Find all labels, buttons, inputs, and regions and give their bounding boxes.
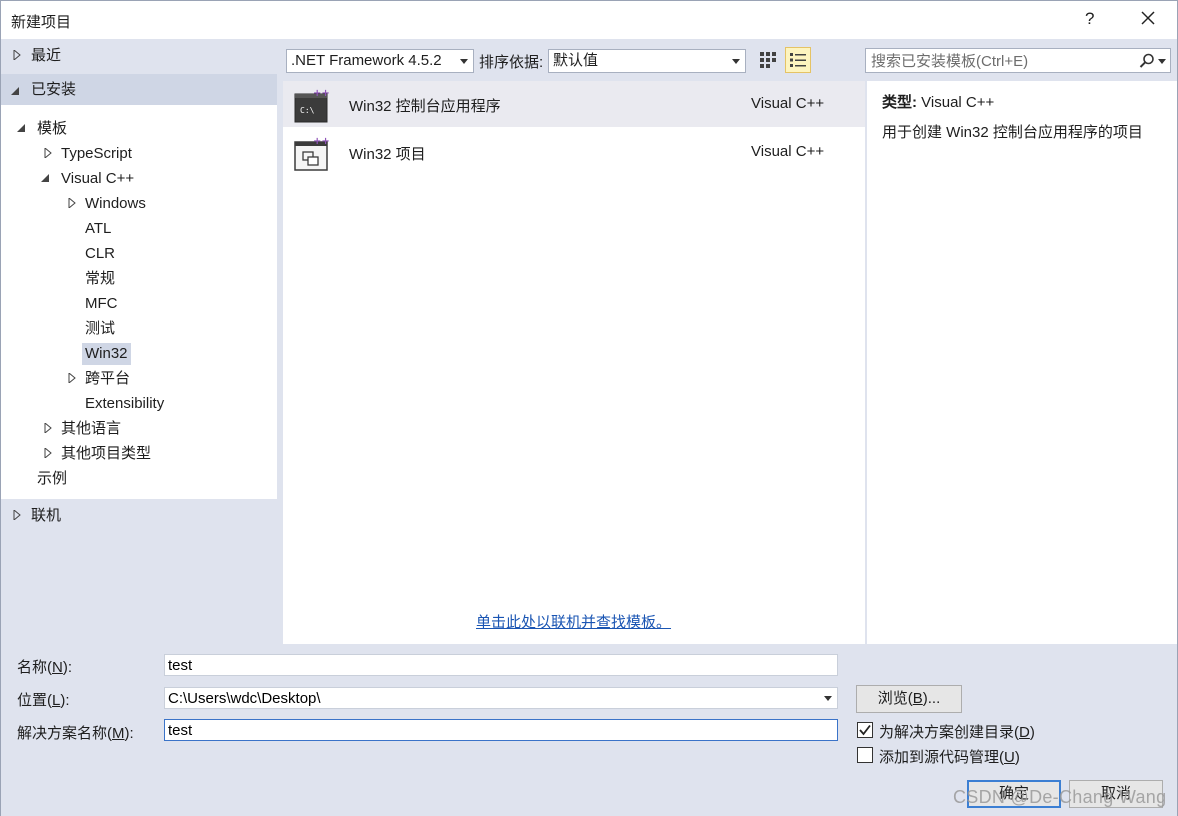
expand-right-icon[interactable] xyxy=(43,448,53,458)
find-templates-online-link[interactable]: 单击此处以联机并查找模板。 xyxy=(476,611,671,632)
expand-right-icon[interactable] xyxy=(67,198,77,208)
template-language: Visual C++ xyxy=(751,95,825,112)
template-search-box[interactable] xyxy=(865,48,1171,73)
console-app-icon: C:\ ++ xyxy=(294,88,330,123)
project-name-input[interactable] xyxy=(168,655,837,675)
tree-node-recent[interactable]: 最近 xyxy=(31,45,61,67)
grid-view-icon xyxy=(760,52,776,68)
tree-node-test[interactable]: 测试 xyxy=(85,318,115,340)
svg-text:++: ++ xyxy=(313,88,330,99)
tree-node-templates[interactable]: 模板 xyxy=(37,118,67,140)
framework-value: .NET Framework 4.5.2 xyxy=(291,52,442,69)
template-search-input[interactable] xyxy=(871,51,1126,71)
list-view-button[interactable] xyxy=(785,47,811,73)
template-item-win32-project[interactable]: ++ Win32 项目 Visual C++ xyxy=(283,129,865,175)
project-form: 名称(N): 位置(L): 浏览(B)... 解决方案名称(M): 为解决方案创… xyxy=(1,645,1177,816)
dialog-title: 新建项目 xyxy=(11,14,72,31)
tree-node-atl[interactable]: ATL xyxy=(85,218,111,240)
chevron-down-icon xyxy=(732,59,740,64)
location-combo[interactable] xyxy=(164,687,838,709)
expand-right-icon[interactable] xyxy=(12,510,22,520)
expand-down-icon[interactable] xyxy=(41,173,51,183)
tree-node-visual-cpp[interactable]: Visual C++ xyxy=(61,168,134,190)
tree-node-win32[interactable]: Win32 xyxy=(82,343,131,365)
expand-right-icon[interactable] xyxy=(43,148,53,158)
installed-tree-panel xyxy=(1,105,277,499)
expand-down-icon[interactable] xyxy=(17,123,27,133)
tree-node-general[interactable]: 常规 xyxy=(85,268,115,290)
name-label: 名称(N): xyxy=(17,659,73,676)
create-directory-checkbox[interactable] xyxy=(857,722,873,738)
template-toolbar: .NET Framework 4.5.2 排序依据: 默认值 xyxy=(277,39,1177,81)
framework-select[interactable]: .NET Framework 4.5.2 xyxy=(286,49,474,73)
add-source-control-label[interactable]: 添加到源代码管理(U) xyxy=(879,746,1020,767)
tree-node-extensibility[interactable]: Extensibility xyxy=(85,393,164,415)
tree-node-samples[interactable]: 示例 xyxy=(37,468,67,490)
template-tree: 最近 已安装 模板 TypeScript Visual C++ Windows … xyxy=(1,39,277,645)
template-name: Win32 项目 xyxy=(349,146,426,163)
tree-node-other-languages[interactable]: 其他语言 xyxy=(61,418,121,440)
sort-label: 排序依据: xyxy=(479,54,544,71)
template-item-console[interactable]: C:\ ++ Win32 控制台应用程序 Visual C++ xyxy=(283,81,865,127)
solution-name-input[interactable] xyxy=(168,720,837,740)
template-detail-panel: 类型: Visual C++ 用于创建 Win32 控制台应用程序的项目 xyxy=(867,81,1177,644)
location-label: 位置(L): xyxy=(17,692,70,709)
template-type: 类型: Visual C++ xyxy=(882,91,994,112)
solution-name-label: 解决方案名称(M): xyxy=(17,725,134,742)
ok-button[interactable]: 确定 xyxy=(967,780,1061,808)
small-icons-view-button[interactable] xyxy=(755,47,781,73)
type-value: Visual C++ xyxy=(921,94,995,111)
tree-node-other-project-types[interactable]: 其他项目类型 xyxy=(61,443,151,465)
title-bar: 新建项目 ? xyxy=(1,1,1177,39)
expand-down-icon[interactable] xyxy=(11,86,21,96)
tree-node-clr[interactable]: CLR xyxy=(85,243,115,265)
svg-text:C:\: C:\ xyxy=(300,106,315,115)
sort-value: 默认值 xyxy=(553,52,599,69)
add-source-control-checkbox[interactable] xyxy=(857,747,873,763)
create-directory-label[interactable]: 为解决方案创建目录(D) xyxy=(879,721,1035,742)
expand-right-icon[interactable] xyxy=(12,50,22,60)
browse-button[interactable]: 浏览(B)... xyxy=(856,685,962,713)
template-name: Win32 控制台应用程序 xyxy=(349,98,501,115)
tree-node-online[interactable]: 联机 xyxy=(31,505,61,527)
location-input[interactable] xyxy=(168,688,808,708)
expand-right-icon[interactable] xyxy=(43,423,53,433)
list-view-icon xyxy=(790,53,806,67)
search-icon[interactable] xyxy=(1138,52,1156,70)
solution-name-field[interactable] xyxy=(164,719,838,741)
tree-node-windows[interactable]: Windows xyxy=(85,193,146,215)
expand-right-icon[interactable] xyxy=(67,373,77,383)
template-description: 用于创建 Win32 控制台应用程序的项目 xyxy=(882,124,1143,141)
search-options-chevron-icon[interactable] xyxy=(1158,59,1166,64)
template-language: Visual C++ xyxy=(751,143,825,160)
checkmark-icon xyxy=(859,724,871,736)
svg-text:++: ++ xyxy=(313,136,330,147)
tree-node-installed[interactable]: 已安装 xyxy=(31,79,76,101)
tree-node-mfc[interactable]: MFC xyxy=(85,293,118,315)
sort-select[interactable]: 默认值 xyxy=(548,49,746,73)
chevron-down-icon[interactable] xyxy=(824,696,832,701)
project-name-field[interactable] xyxy=(164,654,838,676)
cancel-button[interactable]: 取消 xyxy=(1069,780,1163,808)
tree-node-cross-platform[interactable]: 跨平台 xyxy=(85,368,130,390)
win32-project-icon: ++ xyxy=(294,136,330,171)
chevron-down-icon xyxy=(460,59,468,64)
template-list: C:\ ++ Win32 控制台应用程序 Visual C++ ++ Win32… xyxy=(283,81,865,644)
new-project-dialog: 新建项目 ? 最近 已安装 模板 TypeScript Visual C++ W… xyxy=(0,0,1178,816)
type-label: 类型: xyxy=(882,94,917,111)
tree-node-typescript[interactable]: TypeScript xyxy=(61,143,132,165)
close-icon[interactable] xyxy=(1137,7,1159,29)
help-button[interactable]: ? xyxy=(1085,9,1094,29)
